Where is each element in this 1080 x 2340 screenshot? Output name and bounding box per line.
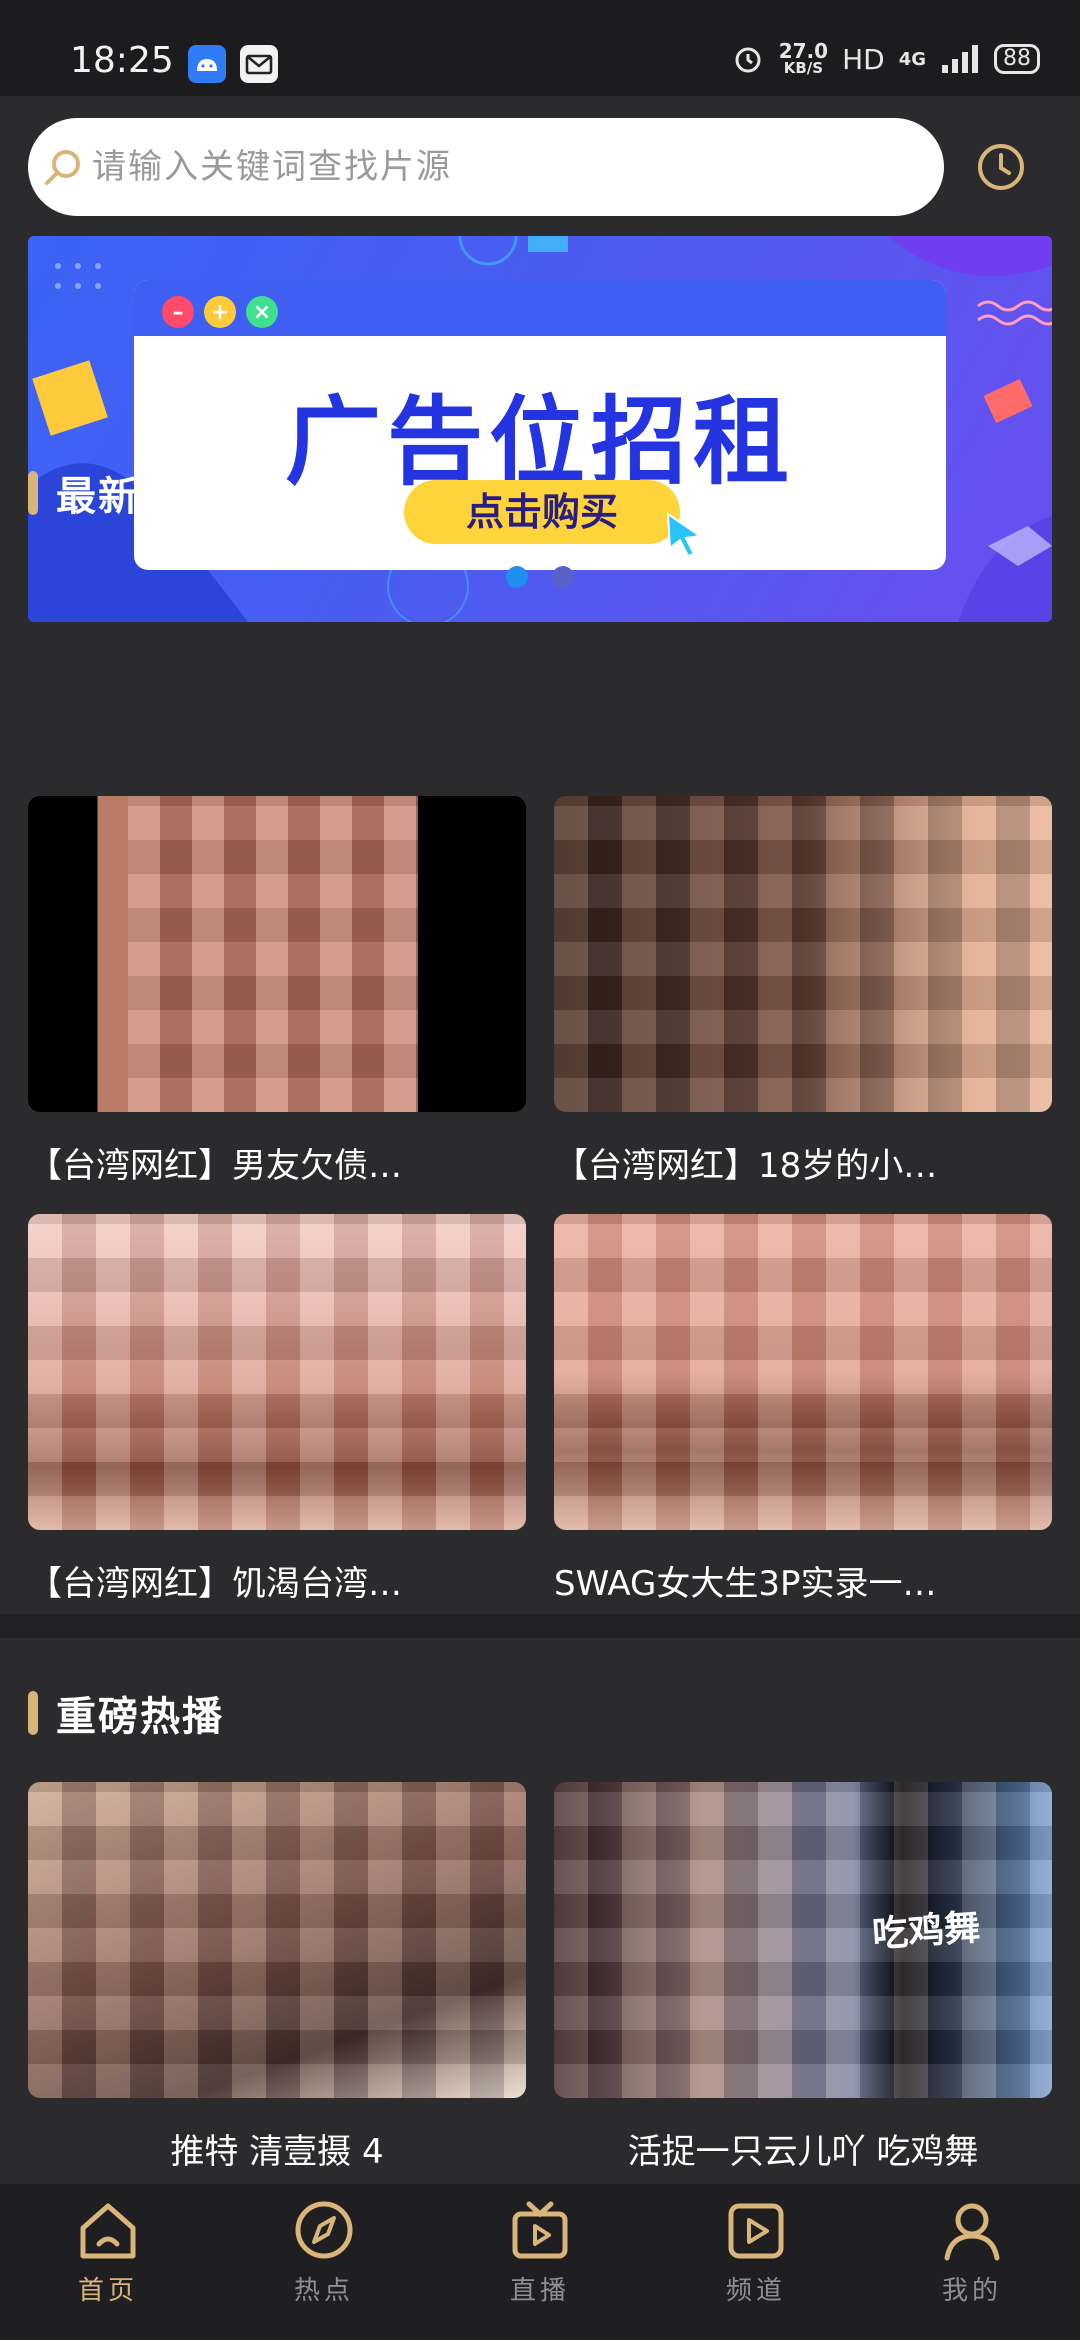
section-header-latest: 最新片源: [28, 464, 224, 522]
video-thumbnail[interactable]: [28, 1214, 526, 1530]
section-title: 最新片源: [56, 474, 224, 520]
section-header-hot: 重磅热播: [28, 1684, 224, 1742]
banner-card: – + × 广告位招租 点击购买: [134, 280, 946, 570]
pager-dot-active[interactable]: [506, 566, 528, 588]
status-bar: 18:25 27.0 KB/S HD 4G 88: [0, 0, 1080, 96]
banner-buy-button[interactable]: 点击购买: [404, 480, 680, 544]
main-content: – + × 广告位招租 点击购买 最新片源 【台湾网红】男友欠债… 【台湾网红】: [0, 96, 1080, 1638]
video-title: 活捉一只云儿吖 吃鸡舞: [627, 2132, 979, 2172]
user-icon: [944, 2203, 1000, 2261]
tab-label: 我的: [941, 2276, 1002, 2306]
network-type: 4G: [898, 48, 926, 70]
cursor-icon: [666, 512, 703, 558]
network-speed: 27.0 KB/S: [779, 41, 828, 78]
tab-hot[interactable]: 热点: [216, 2184, 432, 2340]
compass-icon: [295, 2201, 353, 2259]
tab-label: 首页: [77, 2276, 138, 2306]
tab-live[interactable]: 直播: [432, 2184, 648, 2340]
video-thumbnail[interactable]: [554, 796, 1052, 1112]
video-thumbnail[interactable]: 吃鸡舞: [554, 1782, 1052, 2098]
section-accent-bar: [28, 1691, 38, 1735]
ad-banner[interactable]: – + × 广告位招租 点击购买: [28, 236, 1052, 622]
video-card[interactable]: 推特 清壹摄 4: [28, 1782, 526, 2173]
history-clock-icon[interactable]: [974, 140, 1028, 194]
video-title: 推特 清壹摄 4: [170, 2132, 384, 2172]
video-thumbnail[interactable]: [28, 796, 526, 1112]
status-time: 18:25: [70, 40, 174, 81]
minus-icon: –: [162, 296, 194, 328]
search-bar[interactable]: [28, 118, 944, 216]
video-overlay-text: 吃鸡舞: [870, 1907, 982, 1956]
mail-icon: [240, 45, 278, 83]
alarm-icon: [735, 47, 761, 73]
video-thumbnail[interactable]: [28, 1782, 526, 2098]
tab-mine[interactable]: 我的: [864, 2184, 1080, 2340]
pager-dot[interactable]: [552, 566, 574, 588]
video-card[interactable]: 【台湾网红】18岁的小…: [554, 796, 1052, 1187]
video-card[interactable]: SWAG女大生3P实录一…: [554, 1214, 1052, 1605]
tab-label: 频道: [725, 2276, 786, 2306]
video-title: 【台湾网红】18岁的小…: [554, 1146, 938, 1186]
tab-label: 热点: [293, 2276, 354, 2306]
video-thumbnail[interactable]: [554, 1214, 1052, 1530]
tab-home[interactable]: 首页: [0, 2184, 216, 2340]
status-indicators: 27.0 KB/S HD 4G 88: [731, 41, 1040, 78]
section-accent-bar: [28, 471, 38, 515]
video-card[interactable]: 【台湾网红】饥渴台湾…: [28, 1214, 526, 1605]
video-card[interactable]: 【台湾网红】男友欠债…: [28, 796, 526, 1187]
battery-indicator: 88: [994, 44, 1040, 74]
play-icon: [728, 2203, 784, 2259]
search-icon: [45, 150, 80, 185]
tv-icon: [512, 2201, 568, 2259]
tab-label: 直播: [509, 2276, 570, 2306]
signal-icon: [942, 45, 978, 73]
section-divider: [0, 1614, 1080, 1638]
hd-indicator: HD: [842, 42, 885, 76]
banner-pager: [506, 566, 574, 588]
video-title: 【台湾网红】饥渴台湾…: [28, 1564, 402, 1604]
close-icon: ×: [246, 296, 278, 328]
section-title: 重磅热播: [56, 1694, 224, 1740]
speed-unit: KB/S: [783, 59, 824, 78]
tab-channel[interactable]: 频道: [648, 2184, 864, 2340]
android-app-icon: [188, 45, 226, 83]
bottom-tab-bar: 首页 热点 直播 频道 我的: [0, 2184, 1080, 2340]
home-icon: [80, 2203, 136, 2259]
plus-icon: +: [204, 296, 236, 328]
video-title: 【台湾网红】男友欠债…: [28, 1146, 402, 1186]
video-card[interactable]: 吃鸡舞 活捉一只云儿吖 吃鸡舞: [554, 1782, 1052, 2173]
video-title: SWAG女大生3P实录一…: [554, 1564, 937, 1604]
window-controls: – + ×: [162, 296, 278, 328]
search-input[interactable]: [92, 147, 912, 187]
